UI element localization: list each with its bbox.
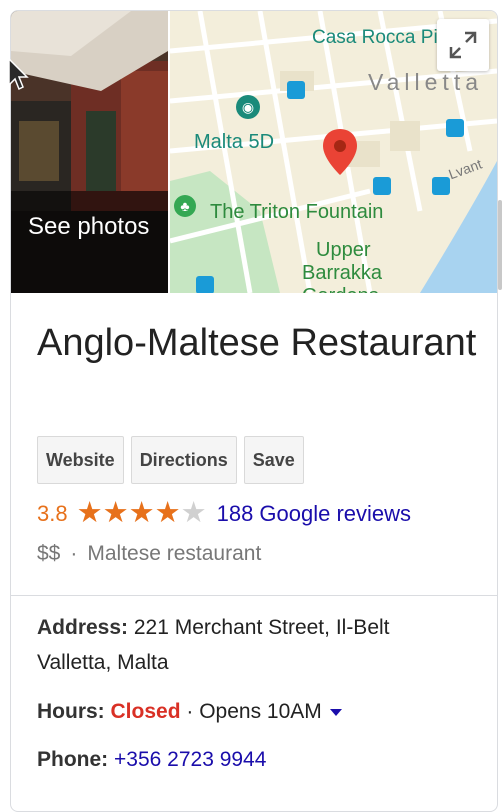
bus-stop-icon[interactable]: [287, 81, 305, 99]
star-empty-icon: ★: [180, 497, 207, 529]
address-line1: 221 Merchant Street, Il-Belt: [133, 616, 390, 639]
expand-icon: [449, 31, 477, 59]
directions-button[interactable]: Directions: [130, 436, 237, 484]
expand-map-button[interactable]: [437, 19, 489, 71]
save-button[interactable]: Save: [243, 436, 304, 484]
address-label: Address:: [37, 616, 129, 639]
star-full-icon: ★: [128, 497, 155, 529]
category-row: $$ · Maltese restaurant: [37, 542, 261, 566]
divider: [11, 595, 497, 596]
price-level: $$: [37, 542, 61, 565]
rating-value: 3.8: [37, 500, 68, 526]
knowledge-panel: See photos Casa Rocca Piccola Valletta L…: [10, 10, 498, 812]
map-label-triton: The Triton Fountain: [210, 201, 384, 223]
phone-label: Phone:: [37, 748, 109, 771]
photo-thumbnail[interactable]: See photos: [11, 11, 168, 293]
separator-dot: ·: [70, 542, 78, 565]
scrollbar-thumb[interactable]: [498, 200, 502, 290]
hours-next-open[interactable]: Opens 10AM: [199, 700, 322, 723]
bus-stop-icon[interactable]: [196, 276, 214, 293]
place-title: Anglo-Maltese Restaurant: [37, 322, 477, 364]
camera-poi-icon[interactable]: ◉: [236, 95, 260, 119]
reviews-link[interactable]: 188 Google reviews: [217, 501, 411, 527]
mouse-cursor-icon: [8, 57, 30, 97]
tree-poi-icon[interactable]: ♣: [174, 195, 196, 217]
map-label-upper: Upper: [316, 239, 371, 261]
map-label-valletta: Valletta: [368, 69, 484, 95]
map-label-gardens: Gardens: [302, 285, 379, 293]
hero-media: See photos Casa Rocca Piccola Valletta L…: [11, 11, 497, 293]
star-full-icon: ★: [102, 497, 129, 529]
chevron-down-icon[interactable]: [329, 708, 342, 716]
bus-stop-icon[interactable]: [373, 177, 391, 195]
rating-row: 3.8 ★ ★ ★ ★ ★ 188 Google reviews: [37, 499, 411, 528]
hours-separator: ·: [186, 700, 194, 723]
star-full-icon: ★: [154, 497, 181, 529]
see-photos-label: See photos: [28, 213, 150, 240]
category-label: Maltese restaurant: [87, 542, 262, 565]
hours-status: Closed: [110, 700, 181, 723]
map-label-malta5d: Malta 5D: [194, 131, 275, 153]
action-buttons: Website Directions Save: [37, 436, 304, 484]
bus-stop-icon[interactable]: [446, 119, 464, 137]
hours-label: Hours:: [37, 700, 105, 723]
phone-link[interactable]: +356 2723 9944: [114, 748, 266, 771]
star-full-icon: ★: [76, 497, 103, 529]
phone-row: Phone: +356 2723 9944: [37, 742, 266, 777]
star-rating: ★ ★ ★ ★ ★: [77, 499, 207, 528]
address-row: Address: 221 Merchant Street, Il-Belt Va…: [37, 610, 390, 680]
scrollbar[interactable]: [497, 0, 503, 789]
website-button[interactable]: Website: [37, 436, 124, 484]
map-label-barrakka: Barrakka: [302, 262, 383, 284]
map-preview[interactable]: Casa Rocca Piccola Valletta Lvant Malta …: [170, 11, 497, 293]
bus-stop-icon[interactable]: [432, 177, 450, 195]
hours-row: Hours: Closed · Opens 10AM: [37, 694, 342, 729]
address-line2: Valletta, Malta: [37, 651, 169, 674]
